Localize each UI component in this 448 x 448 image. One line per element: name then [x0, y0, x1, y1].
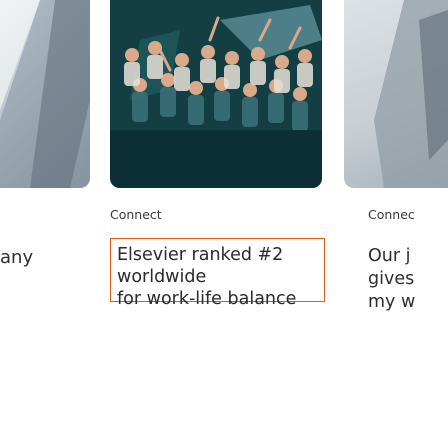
- card-title-line: any: [0, 247, 34, 268]
- article-card-right[interactable]: Connec Our j gives my w: [344, 0, 448, 448]
- card-title-line: Elsevier ranked #2 worldwide: [117, 245, 284, 287]
- card-image: [344, 0, 448, 188]
- card-title-line: Our j: [368, 246, 411, 266]
- card-title-line: for work-life balance: [117, 289, 297, 309]
- card-title-link-focused[interactable]: Elsevier ranked #2 worldwide for work-li…: [110, 238, 325, 309]
- article-card-featured[interactable]: Connect Elsevier ranked #2 worldwide for…: [110, 0, 326, 448]
- article-card-left[interactable]: any: [0, 0, 94, 448]
- card-title-line: gives: [368, 269, 415, 289]
- card-title[interactable]: any: [0, 247, 33, 268]
- card-title-line: my w: [368, 292, 416, 312]
- card-title[interactable]: Our j gives my w: [368, 245, 446, 314]
- card-image: [0, 0, 90, 188]
- card-category: Connec: [368, 207, 415, 222]
- card-image: [110, 0, 322, 188]
- card-category: Connect: [110, 207, 162, 222]
